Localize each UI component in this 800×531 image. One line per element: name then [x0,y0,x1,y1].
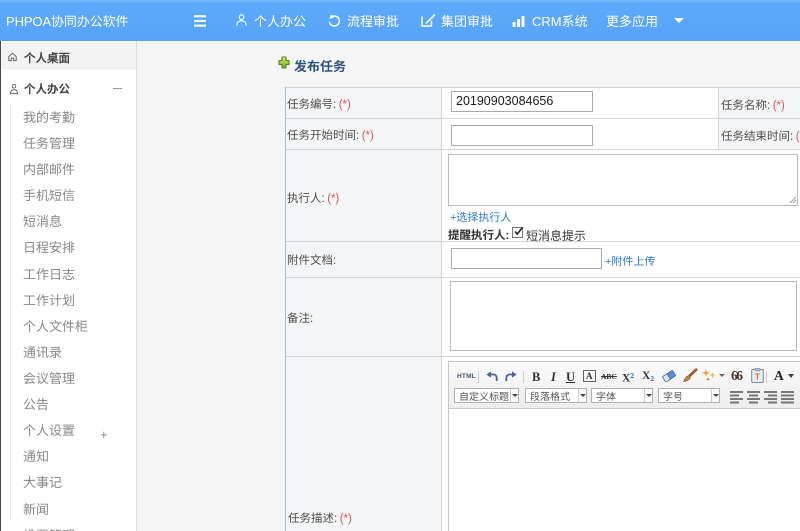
svg-text:T: T [755,373,760,382]
